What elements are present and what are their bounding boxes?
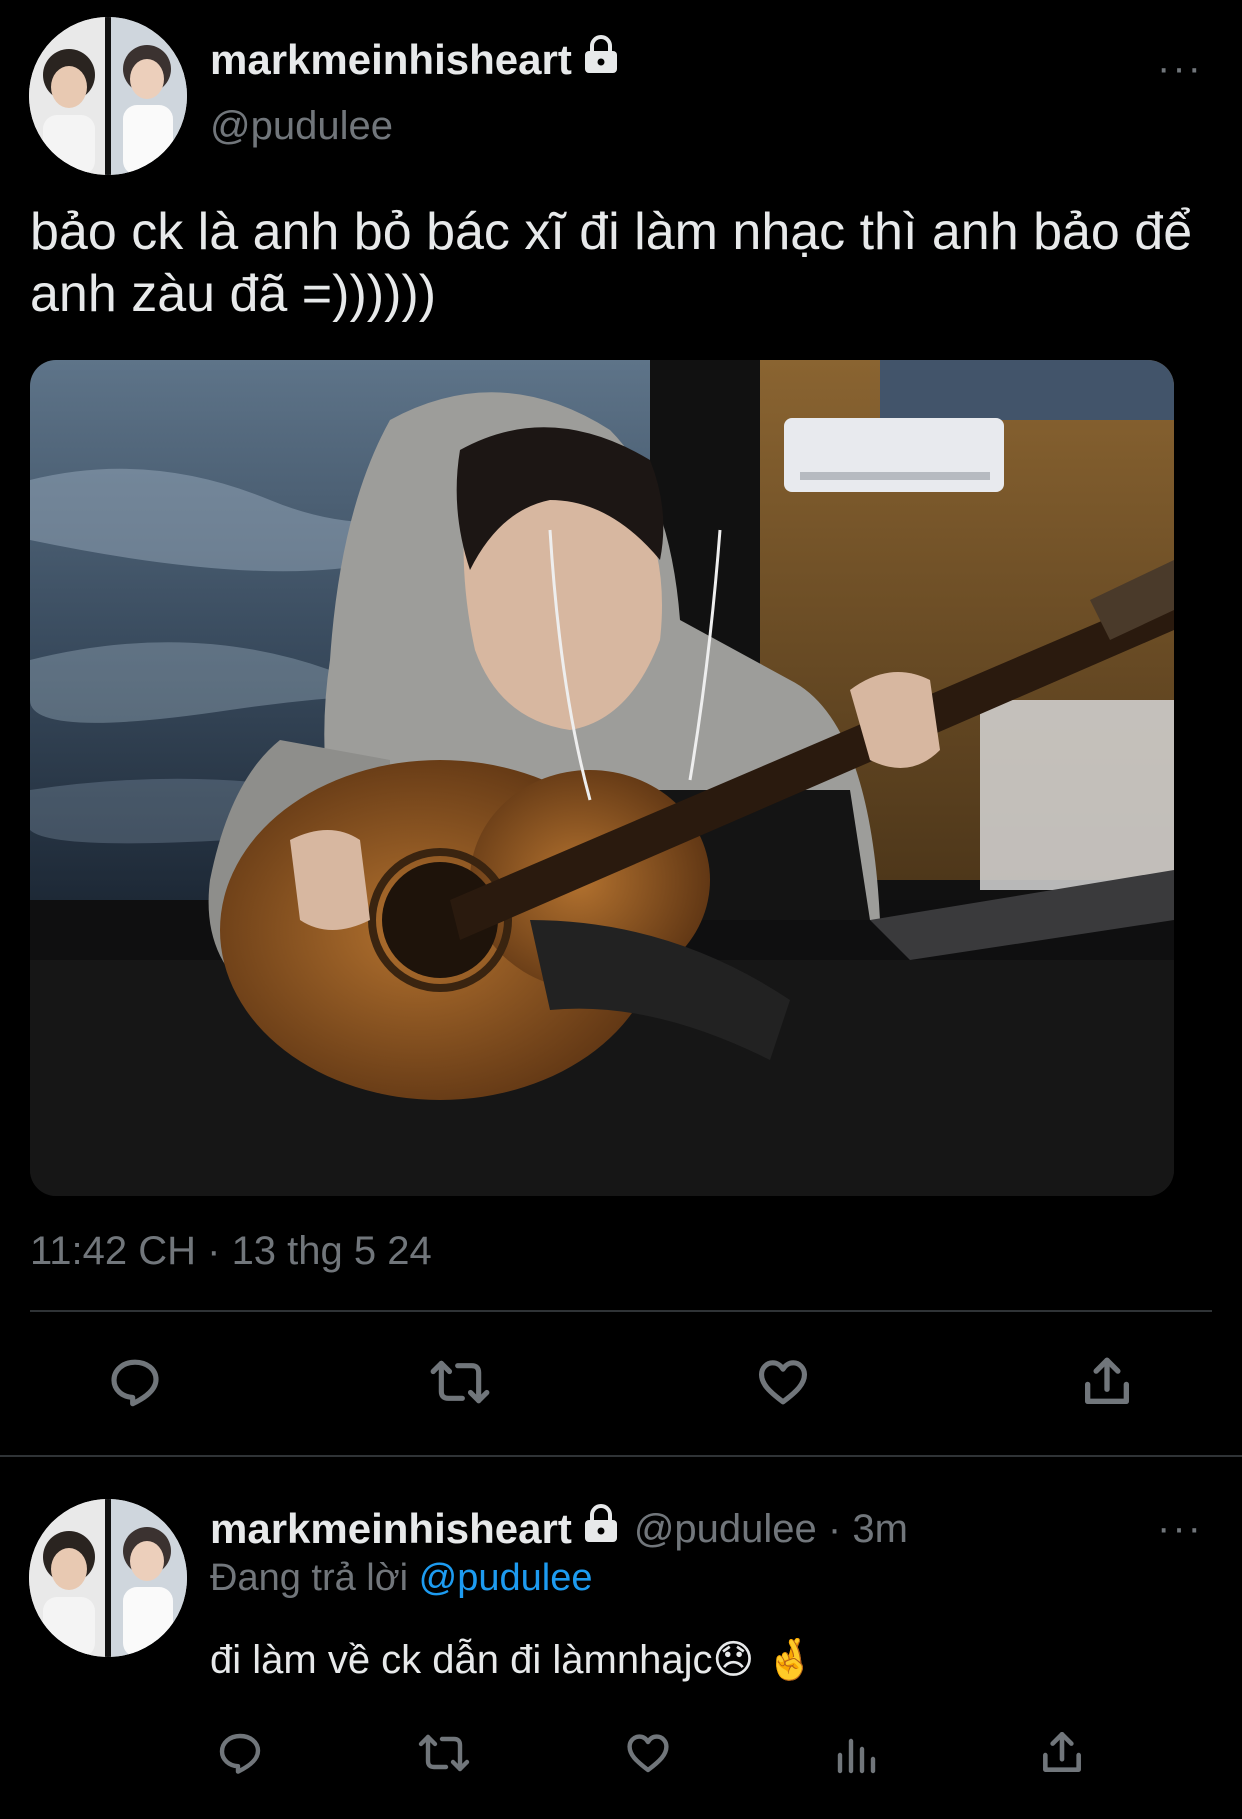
share-icon xyxy=(1043,1731,1081,1772)
reply-reply-button[interactable] xyxy=(210,1725,270,1781)
divider xyxy=(30,1310,1212,1312)
divider xyxy=(0,1455,1242,1457)
tweet-text: bảo ck là anh bỏ bác xĩ đi làm nhạc thì … xyxy=(30,203,1193,323)
retweet-icon xyxy=(418,1734,470,1772)
reply-icon xyxy=(111,1359,159,1407)
replying-prefix: Đang trả lời xyxy=(210,1557,409,1599)
display-name-text[interactable]: markmeinhisheart xyxy=(210,36,572,84)
tweet-photo[interactable] xyxy=(30,360,1174,1196)
views-icon xyxy=(837,1738,876,1774)
reply-text: đi làm về ck dẫn đi làmnhajc😞 🤞 xyxy=(210,1638,816,1682)
like-icon xyxy=(758,1360,808,1405)
reply-display-name[interactable]: markmeinhisheart xyxy=(210,1505,572,1553)
lock-icon xyxy=(582,1504,620,1554)
share-icon xyxy=(1085,1357,1129,1404)
replying-mention[interactable]: @pudulee xyxy=(419,1557,593,1599)
retweet-button[interactable] xyxy=(422,1350,498,1414)
reply-share-button[interactable] xyxy=(1032,1725,1092,1781)
lock-icon xyxy=(582,35,620,85)
like-button[interactable] xyxy=(748,1350,818,1414)
reply-views-button[interactable] xyxy=(826,1725,886,1781)
reply-avatar[interactable] xyxy=(29,1499,187,1657)
reply-button[interactable] xyxy=(100,1350,170,1414)
share-button[interactable] xyxy=(1072,1350,1142,1414)
reply-header: markmeinhisheart @pudulee · 3m xyxy=(210,1503,908,1555)
tweet-timestamp[interactable]: 11:42 CH · 13 thg 5 24 xyxy=(30,1229,432,1274)
replying-to: Đang trả lời @pudulee xyxy=(210,1557,593,1600)
reply-handle-time[interactable]: @pudulee · 3m xyxy=(634,1507,908,1552)
reply-icon xyxy=(219,1733,261,1774)
reply-like-button[interactable] xyxy=(618,1725,678,1781)
handle[interactable]: @pudulee xyxy=(210,104,393,149)
avatar[interactable] xyxy=(29,17,187,175)
reply-more-icon[interactable]: ··· xyxy=(1157,1508,1203,1548)
more-icon[interactable]: ··· xyxy=(1157,48,1203,88)
display-name[interactable]: markmeinhisheart xyxy=(210,34,620,86)
reply-retweet-button[interactable] xyxy=(412,1725,476,1781)
retweet-icon xyxy=(430,1360,490,1404)
like-icon xyxy=(627,1734,669,1773)
